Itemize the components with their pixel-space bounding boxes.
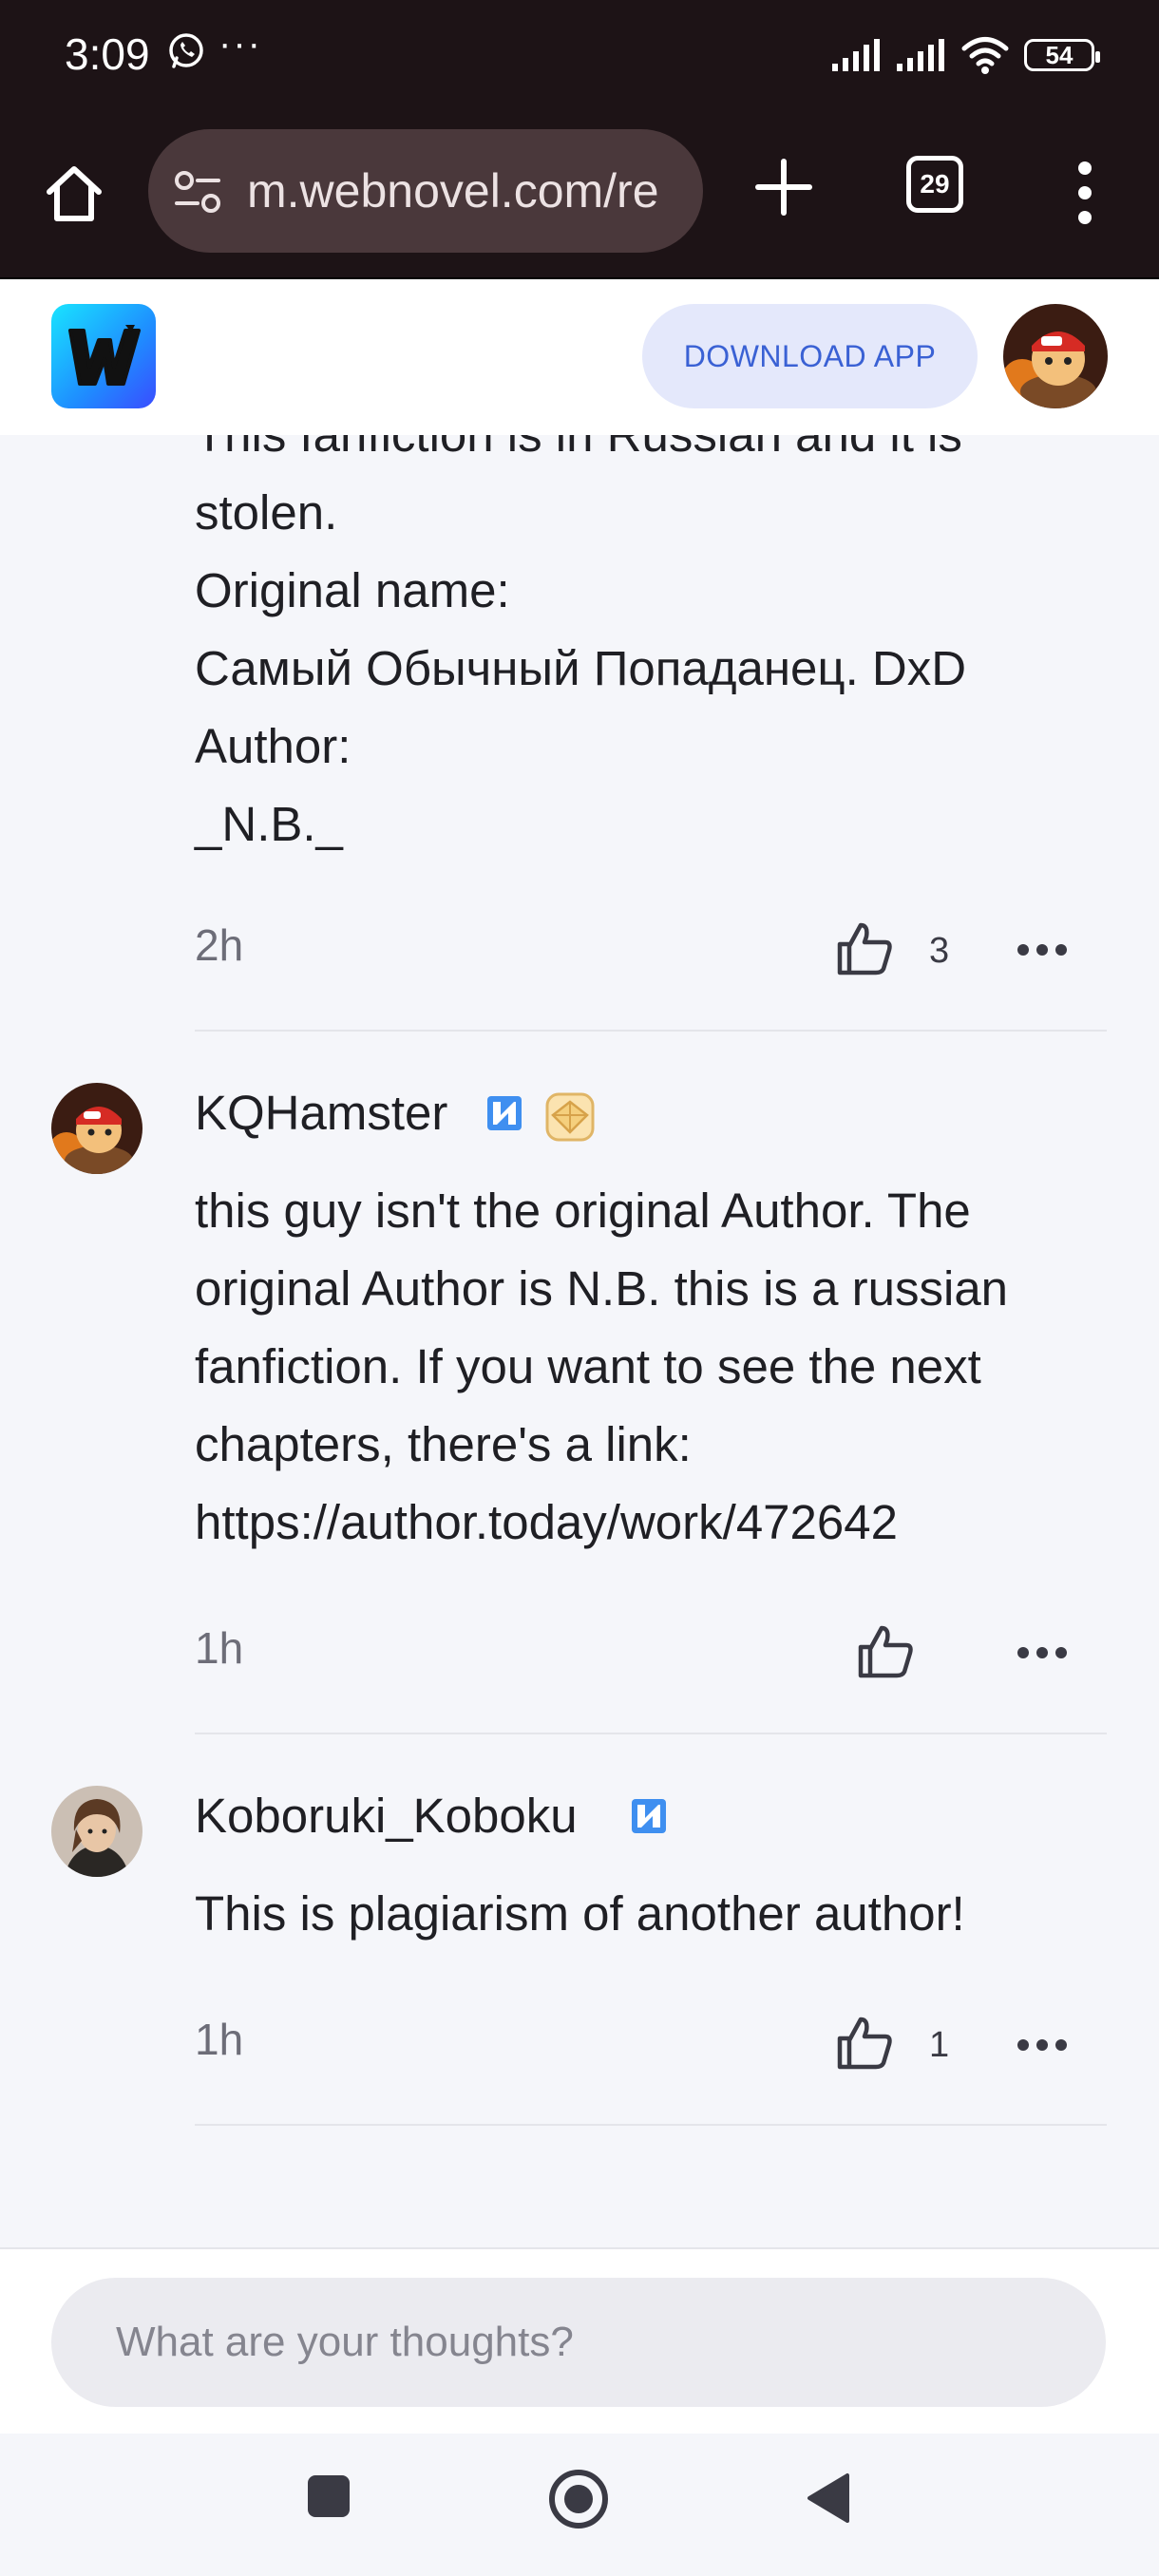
wifi-icon: [961, 37, 1009, 74]
tab-switcher-icon[interactable]: 29: [906, 156, 963, 213]
comment-divider: [195, 1733, 1107, 1734]
site-settings-icon[interactable]: [173, 169, 222, 215]
more-options-icon[interactable]: [1016, 1646, 1068, 1659]
user-avatar[interactable]: [1003, 304, 1108, 408]
signal-icon: [897, 39, 944, 71]
commenter-avatar[interactable]: [51, 1786, 142, 1877]
comment-time: 1h: [195, 1623, 244, 1673]
comment-line: this guy isn't the original Author. The: [195, 1184, 971, 1238]
battery-icon: 54: [1024, 39, 1100, 71]
plus-icon[interactable]: [752, 156, 815, 218]
comment-time: 1h: [195, 2015, 244, 2064]
comment-line: Original name:: [195, 563, 510, 617]
status-overflow: ···: [218, 23, 262, 65]
thumbs-up-icon[interactable]: [857, 1622, 914, 1679]
comment-line: This fanfiction is in Russian and it is: [195, 435, 1078, 474]
comment-link[interactable]: https://author.today/work/472642: [195, 1484, 1078, 1562]
comment-text: This fanfiction is in Russian and it is …: [195, 435, 1078, 863]
signal-icon: [832, 39, 880, 71]
battery-level: 54: [1045, 40, 1074, 69]
gold-badge-icon: [545, 1092, 595, 1142]
comment-line: stolen.: [195, 485, 338, 540]
like-count: 3: [929, 931, 950, 971]
comment-text: This is plagiarism of another author!: [195, 1875, 1078, 1953]
home-icon[interactable]: [40, 160, 108, 228]
back-triangle-icon[interactable]: [806, 2472, 851, 2525]
whatsapp-icon: [169, 33, 203, 68]
tab-count: 29: [920, 169, 950, 199]
like-count: 1: [929, 2025, 950, 2065]
download-app-button[interactable]: DOWNLOAD APP: [642, 304, 978, 408]
more-options-icon[interactable]: [1016, 943, 1068, 957]
system-nav-bar: [0, 2434, 1159, 2576]
thumbs-up-icon[interactable]: [836, 919, 893, 976]
comment-divider: [195, 2124, 1107, 2126]
address-bar[interactable]: m.webnovel.com/re: [148, 129, 703, 253]
site-header: DOWNLOAD APP: [0, 279, 1159, 435]
comment-line: _N.B._: [195, 797, 343, 851]
verified-badge-icon: [487, 1096, 522, 1130]
more-options-icon[interactable]: [1016, 2038, 1068, 2052]
home-circle-icon[interactable]: [547, 2468, 610, 2530]
verified-badge-icon: [632, 1799, 666, 1833]
comment-line: chapters, there's a link:: [195, 1417, 692, 1471]
commenter-avatar[interactable]: [51, 1083, 142, 1174]
comment-input[interactable]: [51, 2278, 1106, 2407]
comment-text: this guy isn't the original Author. The …: [195, 1172, 1078, 1562]
comment-line: Самый Обычный Попаданец. DxD: [195, 641, 967, 695]
comment-composer: [0, 2247, 1159, 2435]
comment-line: original Author is N.B. this is a russia…: [195, 1261, 1009, 1316]
status-bar: 3:09 ··· 54: [0, 0, 1159, 112]
comment-line: Author:: [195, 719, 352, 773]
recents-square-icon[interactable]: [306, 2473, 352, 2519]
webnovel-logo-icon[interactable]: [51, 304, 156, 408]
comment-username[interactable]: KQHamster: [195, 1085, 447, 1141]
status-time: 3:09: [65, 29, 150, 79]
comment-list: This fanfiction is in Russian and it is …: [0, 435, 1159, 2232]
browser-toolbar: m.webnovel.com/re 29: [0, 112, 1159, 279]
kebab-menu-icon[interactable]: [1070, 160, 1100, 226]
comment-time: 2h: [195, 920, 244, 970]
url-text: m.webnovel.com/re: [247, 164, 659, 218]
comment-username[interactable]: Koboruki_Koboku: [195, 1788, 578, 1844]
comment-divider: [195, 1030, 1107, 1032]
comment-line: This is plagiarism of another author!: [195, 1886, 965, 1941]
thumbs-up-icon[interactable]: [836, 2014, 893, 2071]
comment-line: fanfiction. If you want to see the next: [195, 1339, 981, 1393]
